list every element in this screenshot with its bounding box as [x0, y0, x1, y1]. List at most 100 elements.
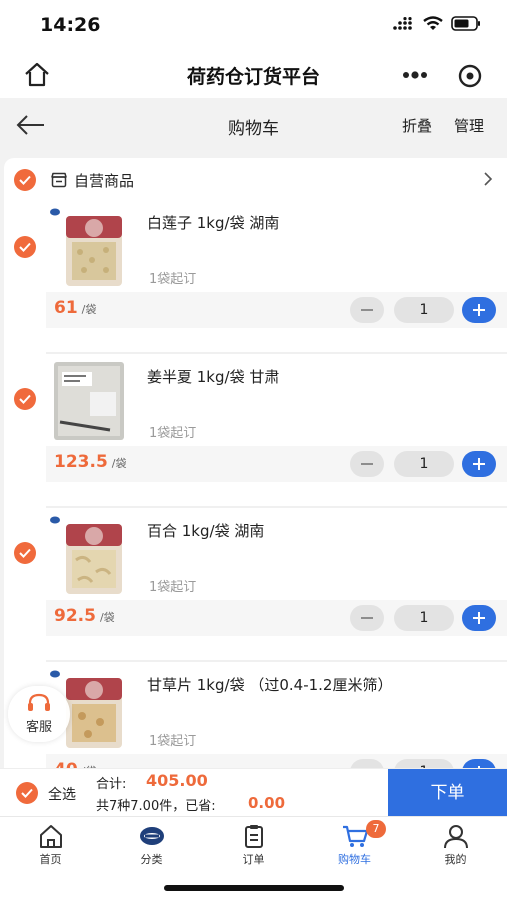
- product-image[interactable]: [50, 516, 136, 596]
- product-name[interactable]: 百合 1kg/袋 湖南: [147, 520, 264, 541]
- tab-label: 分类: [140, 853, 163, 866]
- cart-item: 白莲子 1kg/袋 湖南 1袋起订 61/袋 1: [4, 200, 507, 354]
- manage-button[interactable]: 管理: [454, 115, 484, 136]
- cart-card: 自营商品 白莲子 1kg/袋 湖南 1袋起订 61/袋 1 姜半夏 1kg/袋 …: [4, 158, 507, 768]
- increase-button[interactable]: [462, 759, 496, 768]
- more-button[interactable]: [398, 62, 432, 88]
- decrease-button[interactable]: [350, 605, 384, 631]
- target-icon: [458, 64, 482, 88]
- check-icon: [19, 242, 31, 252]
- decrease-button[interactable]: [350, 297, 384, 323]
- tab-label: 订单: [242, 853, 265, 866]
- status-bar: 14:26: [0, 0, 507, 52]
- price-value: 92.5: [54, 606, 96, 626]
- checkout-bar: 全选 合计: 405.00 共7种7.00件，已省: 0.00 下单: [0, 768, 507, 817]
- home-indicator: [164, 885, 344, 891]
- status-icons: [393, 16, 481, 31]
- headset-icon: [28, 693, 50, 711]
- quantity-input[interactable]: 1: [394, 297, 454, 323]
- tab-orders[interactable]: 订单: [203, 817, 304, 867]
- price-row: 123.5/袋 1: [46, 446, 507, 482]
- price-value: 61: [54, 298, 78, 318]
- quantity-input[interactable]: 1: [394, 451, 454, 477]
- decrease-button[interactable]: [350, 451, 384, 477]
- check-icon: [19, 548, 31, 558]
- min-order-label: 1袋起订: [149, 580, 197, 595]
- check-icon: [19, 394, 31, 404]
- tab-label: 购物车: [338, 853, 371, 866]
- price-value: 40: [54, 760, 78, 768]
- store-group-header[interactable]: 自营商品: [4, 158, 507, 202]
- increase-button[interactable]: [462, 297, 496, 323]
- price-unit: /袋: [111, 457, 127, 470]
- chevron-right-icon: [484, 172, 493, 186]
- select-all-label[interactable]: 全选: [48, 784, 76, 804]
- price-value: 123.5: [54, 452, 108, 472]
- category-logo-icon: [140, 827, 164, 845]
- signal-icon: [393, 16, 412, 30]
- tab-label: 我的: [444, 853, 467, 866]
- cart-badge: 7: [366, 820, 386, 838]
- group-checkbox[interactable]: [14, 169, 36, 191]
- min-order-label: 1袋起订: [149, 734, 197, 749]
- tab-cart[interactable]: 7 购物车: [304, 817, 405, 867]
- tab-home[interactable]: 首页: [0, 817, 101, 867]
- product-name[interactable]: 白莲子 1kg/袋 湖南: [147, 212, 279, 233]
- product-name[interactable]: 甘草片 1kg/袋 （过0.4-1.2厘米筛）: [147, 674, 392, 695]
- tab-label: 首页: [39, 853, 62, 866]
- cart-item: 甘草片 1kg/袋 （过0.4-1.2厘米筛） 1袋起订 40/袋 1: [4, 662, 507, 768]
- customer-service-label: 客服: [25, 720, 52, 735]
- min-order-label: 1袋起订: [149, 426, 197, 441]
- bottom-tab-bar: 首页 分类 订单 7 购物车 我的: [0, 816, 507, 866]
- miniapp-header: 荷药仓订货平台: [0, 52, 507, 98]
- item-checkbox[interactable]: [14, 542, 36, 564]
- product-price: 92.5/袋: [54, 606, 115, 626]
- product-price: 40/袋: [54, 760, 96, 768]
- home-icon: [40, 825, 62, 848]
- quantity-input[interactable]: 1: [394, 605, 454, 631]
- product-price: 123.5/袋: [54, 452, 127, 472]
- product-name[interactable]: 姜半夏 1kg/袋 甘肃: [147, 366, 279, 387]
- fold-button[interactable]: 折叠: [402, 115, 432, 136]
- total-amount: 405.00: [146, 771, 208, 790]
- total-label: 合计:: [96, 777, 127, 792]
- wifi-icon: [423, 16, 443, 30]
- increase-button[interactable]: [462, 605, 496, 631]
- status-time: 14:26: [40, 14, 101, 36]
- check-icon: [19, 175, 31, 185]
- more-dots-icon: [403, 71, 427, 79]
- price-row: 61/袋 1: [46, 292, 507, 328]
- item-checkbox[interactable]: [14, 236, 36, 258]
- order-summary-label: 共7种7.00件，已省:: [96, 799, 216, 814]
- quantity-input[interactable]: 1: [394, 759, 454, 768]
- product-image[interactable]: [50, 362, 136, 442]
- item-checkbox[interactable]: [14, 388, 36, 410]
- cart-item: 姜半夏 1kg/袋 甘肃 1袋起订 123.5/袋 1: [4, 354, 507, 508]
- page-nav-bar: 购物车 折叠 管理: [0, 98, 507, 152]
- quantity-stepper: 1: [350, 605, 496, 631]
- tab-profile[interactable]: 我的: [405, 817, 506, 867]
- product-image[interactable]: [50, 208, 136, 288]
- store-icon: [51, 172, 67, 188]
- select-all-checkbox[interactable]: [16, 782, 38, 804]
- place-order-button[interactable]: 下单: [388, 769, 507, 817]
- decrease-button[interactable]: [350, 759, 384, 768]
- price-row: 92.5/袋 1: [46, 600, 507, 636]
- close-miniapp-button[interactable]: [456, 62, 484, 90]
- quantity-stepper: 1: [350, 297, 496, 323]
- battery-icon: [451, 16, 480, 31]
- quantity-stepper: 1: [350, 451, 496, 477]
- cart-item: 百合 1kg/袋 湖南 1袋起订 92.5/袋 1: [4, 508, 507, 662]
- clipboard-icon: [245, 825, 263, 848]
- price-row: 40/袋 1: [46, 754, 507, 768]
- min-order-label: 1袋起订: [149, 272, 197, 287]
- customer-service-button[interactable]: 客服: [8, 686, 70, 742]
- increase-button[interactable]: [462, 451, 496, 477]
- quantity-stepper: 1: [350, 759, 496, 768]
- user-icon: [444, 825, 468, 849]
- tab-category[interactable]: 分类: [101, 817, 202, 867]
- saved-amount: 0.00: [248, 794, 286, 812]
- product-price: 61/袋: [54, 298, 96, 318]
- check-icon: [21, 788, 33, 798]
- price-unit: /袋: [81, 303, 97, 316]
